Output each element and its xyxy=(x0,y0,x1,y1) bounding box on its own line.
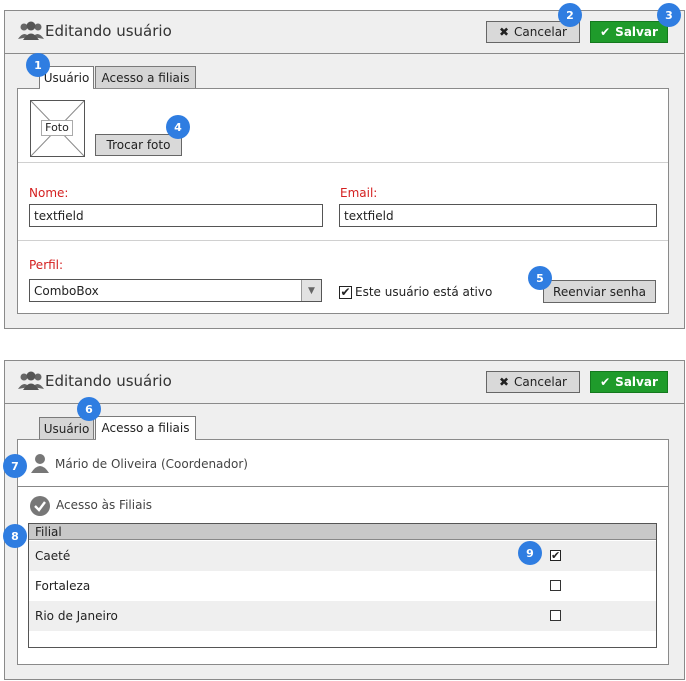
profile-combobox[interactable]: ComboBox ▼ xyxy=(29,279,322,302)
save-button-label: Salvar xyxy=(615,375,658,389)
table-row[interactable]: Rio de Janeiro xyxy=(29,601,656,631)
tab-join xyxy=(40,87,93,90)
tab-acesso-filiais[interactable]: Acesso a filiais xyxy=(95,66,196,88)
annotation-badge-8: 8 xyxy=(3,524,27,548)
page-title: Editando usuário xyxy=(45,372,172,390)
row-name: Caeté xyxy=(35,549,71,563)
cancel-button-label: Cancelar xyxy=(514,25,567,39)
tab-acesso-filiais[interactable]: Acesso a filiais xyxy=(95,416,196,439)
cancel-button[interactable]: ✖ Cancelar xyxy=(486,371,580,393)
photo-placeholder: Foto xyxy=(30,100,85,157)
cancel-button-label: Cancelar xyxy=(514,375,567,389)
tab-usuario-label: Usuário xyxy=(43,71,90,85)
table-row[interactable]: Caeté xyxy=(29,541,656,571)
annotation-badge-7: 7 xyxy=(3,454,27,478)
check-icon: ✔ xyxy=(600,375,611,389)
annotation-badge-1: 1 xyxy=(26,53,50,77)
annotation-badge-5: 5 xyxy=(528,266,552,290)
divider xyxy=(18,240,668,241)
table-header: Filial xyxy=(29,524,656,540)
annotation-badge-4: 4 xyxy=(166,115,190,139)
tab-join xyxy=(96,438,195,441)
resend-password-button[interactable]: Reenviar senha xyxy=(543,280,656,303)
users-icon xyxy=(18,21,44,41)
table-row[interactable]: Fortaleza xyxy=(29,571,656,601)
name-label: Nome: xyxy=(29,186,69,200)
profile-combobox-value: ComboBox xyxy=(34,283,99,298)
user-name: Mário de Oliveira (Coordenador) xyxy=(55,457,248,471)
save-button[interactable]: ✔ Salvar xyxy=(590,371,668,393)
x-icon: ✖ xyxy=(498,25,510,39)
save-button[interactable]: ✔ Salvar xyxy=(590,21,668,43)
active-label: Este usuário está ativo xyxy=(355,285,493,299)
access-title: Acesso às Filiais xyxy=(56,498,153,512)
tab-acesso-filiais-label: Acesso a filiais xyxy=(101,421,190,435)
change-photo-button[interactable]: Trocar foto xyxy=(95,134,182,156)
header-divider xyxy=(4,53,685,54)
row-name: Rio de Janeiro xyxy=(35,609,118,623)
annotation-badge-3: 3 xyxy=(657,3,681,27)
annotation-badge-2: 2 xyxy=(558,3,582,27)
check-icon: ✔ xyxy=(600,25,611,39)
tab-acesso-filiais-label: Acesso a filiais xyxy=(101,70,190,85)
tab-usuario-label: Usuário xyxy=(43,421,90,436)
email-field[interactable]: textfield xyxy=(339,204,657,227)
save-button-label: Salvar xyxy=(615,25,658,39)
header-divider xyxy=(4,403,685,404)
users-icon xyxy=(18,371,44,391)
profile-label: Perfil: xyxy=(29,258,64,272)
divider xyxy=(18,486,668,487)
user-icon xyxy=(30,453,50,473)
row-name: Fortaleza xyxy=(35,579,91,593)
page-title: Editando usuário xyxy=(45,22,172,40)
resend-password-label: Reenviar senha xyxy=(553,284,646,299)
x-icon: ✖ xyxy=(498,375,510,389)
branch-checkbox[interactable]: ✔ xyxy=(550,550,561,561)
divider xyxy=(18,162,668,163)
active-checkbox[interactable]: ✔ xyxy=(339,286,352,299)
branch-table: Filial Caeté Fortaleza Rio de Janeiro ✔ xyxy=(28,523,657,648)
branch-checkbox[interactable] xyxy=(550,610,561,621)
annotation-badge-6: 6 xyxy=(77,397,101,421)
chevron-down-icon[interactable]: ▼ xyxy=(301,280,321,301)
change-photo-label: Trocar foto xyxy=(106,138,171,152)
branch-checkbox[interactable] xyxy=(550,580,561,591)
name-field[interactable]: textfield xyxy=(29,204,323,227)
annotation-badge-9: 9 xyxy=(518,541,542,565)
table-header-filial: Filial xyxy=(35,524,62,539)
photo-label: Foto xyxy=(41,120,73,136)
check-circle-icon xyxy=(30,496,50,516)
email-label: Email: xyxy=(340,186,378,200)
